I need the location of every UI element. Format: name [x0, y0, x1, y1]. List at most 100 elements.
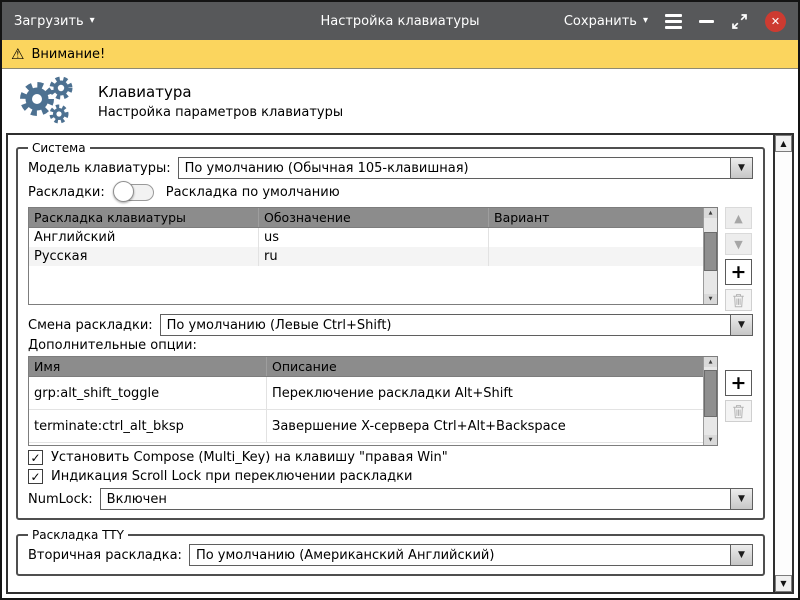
delete-layout-button[interactable]: [725, 289, 752, 311]
extra-options-row: Дополнительные опции:: [28, 338, 753, 353]
numlock-select[interactable]: Включен ▼: [100, 488, 753, 510]
scrollbar-track[interactable]: [704, 367, 717, 435]
numlock-row: NumLock: Включен ▼: [28, 488, 753, 510]
layouts-table-scrollbar[interactable]: ▲ ▼: [703, 208, 717, 304]
keyboard-model-label: Модель клавиатуры:: [28, 161, 171, 176]
secondary-layout-label: Вторичная раскладка:: [28, 548, 182, 563]
toggle-knob: [113, 181, 134, 202]
default-layout-toggle-label: Раскладка по умолчанию: [166, 185, 340, 200]
minimize-icon[interactable]: [699, 20, 714, 23]
layouts-table-main: Раскладка клавиатуры Обозначение Вариант…: [29, 208, 703, 304]
scrolllock-checkbox[interactable]: ✓: [28, 469, 43, 484]
default-layout-toggle[interactable]: [114, 184, 154, 201]
warning-icon: ⚠: [11, 47, 24, 62]
extra-options-label: Дополнительные опции:: [28, 338, 197, 353]
move-up-button[interactable]: ▲: [725, 207, 752, 229]
layouts-table-buttons: ▲ ▼ +: [725, 207, 753, 311]
column-header: Имя: [29, 357, 267, 376]
scroll-down-icon[interactable]: ▼: [704, 435, 717, 445]
dropdown-arrow-icon: ▼: [730, 315, 752, 335]
down-arrow-icon: ▼: [734, 238, 742, 251]
table-row[interactable]: Английский us: [29, 228, 703, 247]
dropdown-arrow-icon: ▼: [730, 545, 752, 565]
layout-switch-label: Смена раскладки:: [28, 318, 153, 333]
cell-name: grp:alt_shift_toggle: [29, 377, 267, 409]
layout-switch-select[interactable]: По умолчанию (Левые Ctrl+Shift) ▼: [160, 314, 753, 336]
numlock-label: NumLock:: [28, 492, 93, 507]
keyboard-settings-window: Загрузить ▾ Настройка клавиатуры Сохрани…: [0, 0, 800, 600]
compose-checkbox[interactable]: ✓: [28, 450, 43, 465]
options-table-scrollbar[interactable]: ▲ ▼: [703, 357, 717, 445]
tty-group-legend: Раскладка TTY: [28, 528, 128, 542]
keyboard-model-select[interactable]: По умолчанию (Обычная 105-клавишная) ▼: [178, 157, 753, 179]
compose-checkbox-label: Установить Compose (Multi_Key) на клавиш…: [51, 450, 448, 465]
scroll-down-icon[interactable]: ▼: [704, 294, 717, 304]
caret-down-icon: ▾: [643, 16, 648, 26]
main-scrollbar-track[interactable]: [775, 152, 792, 575]
scroll-up-icon[interactable]: ▲: [704, 357, 717, 367]
move-down-button[interactable]: ▼: [725, 233, 752, 255]
up-arrow-icon: ▲: [734, 212, 742, 225]
table-row[interactable]: terminate:ctrl_alt_bksp Завершение X-сер…: [29, 410, 703, 443]
keyboard-model-row: Модель клавиатуры: По умолчанию (Обычная…: [28, 157, 753, 179]
table-row[interactable]: grp:alt_shift_toggle Переключение раскла…: [29, 377, 703, 410]
warning-text: Внимание!: [31, 47, 105, 62]
content-area: Система Модель клавиатуры: По умолчанию …: [6, 133, 794, 594]
secondary-layout-value: По умолчанию (Американский Английский): [190, 545, 730, 565]
module-title: Клавиатура: [98, 83, 343, 101]
caret-down-icon: ▾: [90, 16, 95, 26]
warning-banner: ⚠ Внимание!: [2, 40, 798, 69]
close-button[interactable]: ✕: [765, 11, 786, 32]
scroll-up-button[interactable]: ▲: [775, 135, 792, 152]
cell-code: us: [259, 228, 489, 247]
gears-icon: [14, 73, 78, 129]
options-table-header: Имя Описание: [29, 357, 703, 377]
layouts-label: Раскладки:: [28, 185, 105, 200]
settings-form: Система Модель клавиатуры: По умолчанию …: [8, 135, 773, 592]
numlock-value: Включен: [101, 489, 730, 509]
titlebar-actions: Сохранить ▾ ✕: [564, 11, 786, 32]
load-button[interactable]: Загрузить ▾: [14, 14, 95, 29]
options-table: Имя Описание grp:alt_shift_toggle Перекл…: [28, 356, 718, 446]
add-option-button[interactable]: +: [725, 370, 752, 396]
tty-group: Раскладка TTY Вторичная раскладка: По ум…: [16, 528, 765, 576]
secondary-layout-select[interactable]: По умолчанию (Американский Английский) ▼: [189, 544, 753, 566]
trash-icon: [732, 404, 745, 419]
add-layout-button[interactable]: +: [725, 259, 752, 285]
system-group: Система Модель клавиатуры: По умолчанию …: [16, 141, 765, 520]
up-arrow-icon: ▲: [780, 139, 786, 148]
scrollbar-thumb[interactable]: [704, 232, 717, 272]
delete-option-button[interactable]: [725, 400, 752, 422]
plus-icon: +: [731, 374, 747, 393]
layout-switch-row: Смена раскладки: По умолчанию (Левые Ctr…: [28, 314, 753, 336]
menu-icon[interactable]: [665, 14, 682, 29]
options-table-main: Имя Описание grp:alt_shift_toggle Перекл…: [29, 357, 703, 445]
column-header: Описание: [267, 357, 703, 376]
down-arrow-icon: ▼: [709, 296, 713, 302]
layouts-table: Раскладка клавиатуры Обозначение Вариант…: [28, 207, 718, 305]
close-icon: ✕: [771, 15, 780, 28]
cell-description: Переключение раскладки Alt+Shift: [267, 377, 703, 409]
save-button-label: Сохранить: [564, 14, 637, 29]
scroll-up-icon[interactable]: ▲: [704, 208, 717, 218]
module-subtitle: Настройка параметров клавиатуры: [98, 105, 343, 120]
column-header: Раскладка клавиатуры: [29, 208, 259, 227]
module-header: Клавиатура Настройка параметров клавиату…: [2, 69, 798, 133]
layouts-table-header: Раскладка клавиатуры Обозначение Вариант: [29, 208, 703, 228]
scroll-down-button[interactable]: ▼: [775, 575, 792, 592]
scrolllock-checkbox-label: Индикация Scroll Lock при переключении р…: [51, 469, 412, 484]
save-button[interactable]: Сохранить ▾: [564, 14, 648, 29]
cell-layout: Английский: [29, 228, 259, 247]
cell-variant: [489, 247, 703, 266]
expand-icon[interactable]: [731, 13, 748, 30]
module-header-text: Клавиатура Настройка параметров клавиату…: [98, 83, 343, 120]
scrollbar-thumb[interactable]: [704, 370, 717, 418]
keyboard-model-value: По умолчанию (Обычная 105-клавишная): [179, 158, 730, 178]
dropdown-arrow-icon: ▼: [730, 158, 752, 178]
options-table-body: grp:alt_shift_toggle Переключение раскла…: [29, 377, 703, 445]
compose-checkbox-row: ✓ Установить Compose (Multi_Key) на клав…: [28, 450, 753, 465]
scrollbar-track[interactable]: [704, 218, 717, 294]
scrolllock-checkbox-row: ✓ Индикация Scroll Lock при переключении…: [28, 469, 753, 484]
main-scrollbar[interactable]: ▲ ▼: [773, 135, 792, 592]
table-row[interactable]: Русская ru: [29, 247, 703, 266]
